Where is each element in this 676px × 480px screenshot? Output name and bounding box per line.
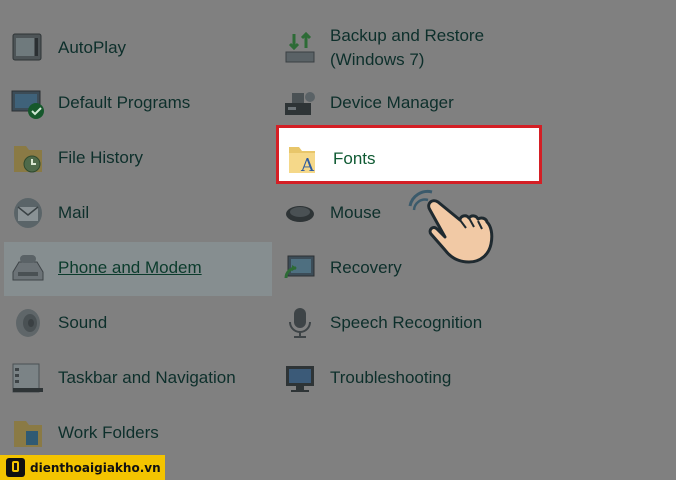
fonts-folder-icon: A <box>285 141 321 177</box>
item-label: Speech Recognition <box>330 313 483 332</box>
item-label: Fonts <box>333 149 376 168</box>
phone-logo-icon <box>6 458 25 477</box>
item-speech-recognition[interactable]: Speech Recognition <box>282 305 482 341</box>
item-backup-and-restore[interactable]: Backup and Restore (Windows 7) <box>282 24 484 72</box>
item-label: Taskbar and Navigation <box>58 368 236 387</box>
device-manager-icon <box>282 85 318 121</box>
item-label: Recovery <box>330 258 402 277</box>
item-work-folders[interactable]: Work Folders <box>10 415 159 451</box>
autoplay-icon <box>10 30 46 66</box>
item-troubleshooting[interactable]: Troubleshooting <box>282 360 451 396</box>
mouse-icon <box>282 195 318 231</box>
item-label-line2: (Windows 7) <box>330 50 425 69</box>
watermark-logo: dienthoaigiakho.vn <box>0 455 165 480</box>
item-label: AutoPlay <box>58 38 127 57</box>
item-mail[interactable]: Mail <box>10 195 89 231</box>
file-history-icon <box>10 140 46 176</box>
item-label: Device Manager <box>330 93 454 112</box>
item-taskbar-and-navigation[interactable]: Taskbar and Navigation <box>10 360 236 396</box>
watermark-text: dienthoaigiakho.vn <box>30 460 161 475</box>
item-label: Sound <box>58 313 108 332</box>
item-label-group: Backup and Restore (Windows 7) <box>330 24 484 72</box>
svg-text:A: A <box>300 155 315 176</box>
item-label: Work Folders <box>58 423 159 442</box>
item-label-line1: Backup and Restore <box>330 26 485 45</box>
item-recovery[interactable]: Recovery <box>282 250 402 286</box>
backup-restore-icon <box>282 30 318 66</box>
troubleshooting-icon <box>282 360 318 396</box>
taskbar-icon <box>10 360 46 396</box>
item-label: Default Programs <box>58 93 191 112</box>
item-file-history[interactable]: File History <box>10 140 143 176</box>
recovery-icon <box>282 250 318 286</box>
item-label: Mouse <box>330 203 382 222</box>
microphone-icon <box>282 305 318 341</box>
item-label: File History <box>58 148 144 167</box>
item-mouse[interactable]: Mouse <box>282 195 381 231</box>
item-fonts[interactable]: A Fonts <box>285 141 376 177</box>
item-label: Mail <box>58 203 90 222</box>
default-programs-icon <box>10 85 46 121</box>
hand-pointer-icon <box>400 180 506 264</box>
fonts-highlight-box[interactable]: A Fonts <box>276 125 542 184</box>
speaker-icon <box>10 305 46 341</box>
item-default-programs[interactable]: Default Programs <box>10 85 190 121</box>
mail-icon <box>10 195 46 231</box>
item-sound[interactable]: Sound <box>10 305 107 341</box>
work-folders-icon <box>10 415 46 451</box>
item-label: Phone and Modem <box>58 258 202 277</box>
item-device-manager[interactable]: Device Manager <box>282 85 454 121</box>
item-label: Troubleshooting <box>330 368 452 387</box>
item-autoplay[interactable]: AutoPlay <box>10 30 126 66</box>
item-phone-and-modem[interactable]: Phone and Modem <box>10 250 202 286</box>
phone-modem-icon <box>10 250 46 286</box>
